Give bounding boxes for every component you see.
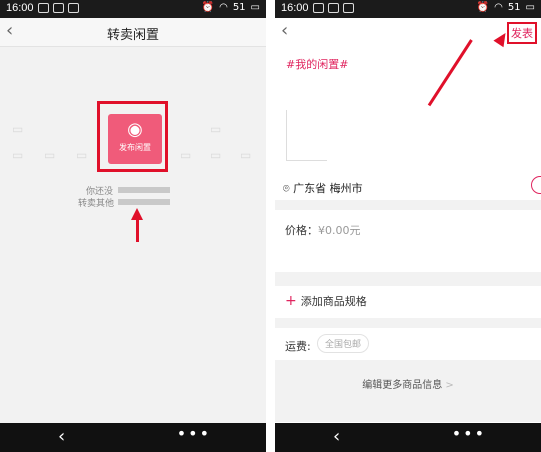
publish-button[interactable]: 发表 (507, 22, 537, 44)
notification-icon (343, 3, 354, 13)
annotation-arrow (136, 218, 139, 242)
price-label: 价格： (285, 224, 318, 237)
chevron-right-icon: > (445, 380, 454, 391)
status-bar: 16:00 ⏰ ◠ 51 ▭ (275, 0, 541, 18)
notification-icon (68, 3, 79, 13)
chevron-left-icon[interactable]: ‹ (281, 20, 288, 41)
edit-more-info-row[interactable]: 编辑更多商品信息 > (275, 360, 541, 422)
more-dots-icon[interactable]: ••• (452, 424, 486, 443)
notification-icon (328, 3, 339, 13)
back-nav-icon[interactable]: ‹ (58, 426, 65, 447)
system-icons: ⏰ ◠ 51 ▭ (202, 2, 260, 13)
wifi-icon: ◠ (219, 2, 228, 13)
blurred-text (118, 199, 170, 205)
add-image-area[interactable] (286, 110, 327, 161)
page-title: 转卖闲置 (106, 28, 159, 43)
ghost-icon: ▭ (240, 148, 252, 162)
price-value: ¥0.00元 (318, 224, 361, 237)
ghost-icon: ▭ (210, 122, 222, 136)
system-nav-bar: ‹ ••• (275, 423, 541, 452)
divider (275, 318, 541, 328)
nav-bar: ‹ 转卖闲置 (0, 18, 266, 47)
camera-icon: ◉ (127, 119, 143, 140)
blurred-text (118, 187, 170, 193)
price-row[interactable]: 价格：¥0.00元 (285, 222, 361, 238)
more-dots-icon[interactable]: ••• (177, 424, 211, 443)
add-spec-label: 添加商品规格 (300, 295, 367, 308)
system-nav-bar: ‹ ••• (0, 423, 266, 452)
status-time: 16:00 (281, 2, 309, 14)
plus-icon: + (285, 293, 297, 309)
ghost-icon: ▭ (180, 148, 192, 162)
ghost-icon: ▭ (44, 148, 56, 162)
publish-idle-button[interactable]: ◉ 发布闲置 (108, 114, 162, 164)
hint-text-2: 转卖其他 (78, 199, 115, 209)
ghost-icon: ▭ (76, 148, 88, 162)
notification-icon (53, 3, 64, 13)
status-bar: 16:00 ⏰ ◠ 51 ▭ (0, 0, 266, 18)
alarm-icon: ⏰ (201, 2, 215, 13)
alarm-icon: ⏰ (476, 2, 490, 13)
divider (275, 200, 541, 210)
wifi-icon: ◠ (494, 2, 503, 13)
system-icons: ⏰ ◠ 51 ▭ (477, 2, 535, 13)
right-screen: 16:00 ⏰ ◠ 51 ▭ ‹ 发表 #我的闲置# ⌾ 广东省 梅州市 价格：… (275, 0, 541, 452)
battery-icon: ▭ (250, 2, 260, 13)
ghost-icon: ▭ (12, 148, 24, 162)
shipping-label: 运费: (285, 340, 311, 353)
location-text: 广东省 梅州市 (293, 182, 363, 195)
status-time: 16:00 (6, 2, 34, 14)
notification-icon (313, 3, 324, 13)
location-pin-icon: ⌾ (283, 182, 290, 195)
left-screen: 16:00 ⏰ ◠ 51 ▭ ‹ 转卖闲置 ▭ ▭ ▭ ▭ ▭ ▭ ▭ ▭ ◉ … (0, 0, 266, 452)
notification-icons (38, 3, 79, 13)
notification-icon (38, 3, 49, 13)
edit-more-label: 编辑更多商品信息 (362, 380, 443, 391)
divider (275, 272, 541, 286)
location-row[interactable]: ⌾ 广东省 梅州市 (283, 180, 363, 196)
ghost-icon: ▭ (210, 148, 222, 162)
battery-icon: ▭ (525, 2, 535, 13)
back-nav-icon[interactable]: ‹ (333, 426, 340, 447)
battery-level: 51 (232, 2, 246, 13)
publish-idle-label: 发布闲置 (119, 143, 151, 152)
battery-level: 51 (507, 2, 521, 13)
notification-icons (313, 3, 354, 13)
location-toggle[interactable] (531, 176, 541, 194)
add-spec-row[interactable]: + 添加商品规格 (285, 293, 367, 309)
topic-tag[interactable]: #我的闲置# (286, 56, 348, 72)
shipping-option-chip[interactable]: 全国包邮 (317, 334, 370, 353)
ghost-icon: ▭ (12, 122, 24, 136)
